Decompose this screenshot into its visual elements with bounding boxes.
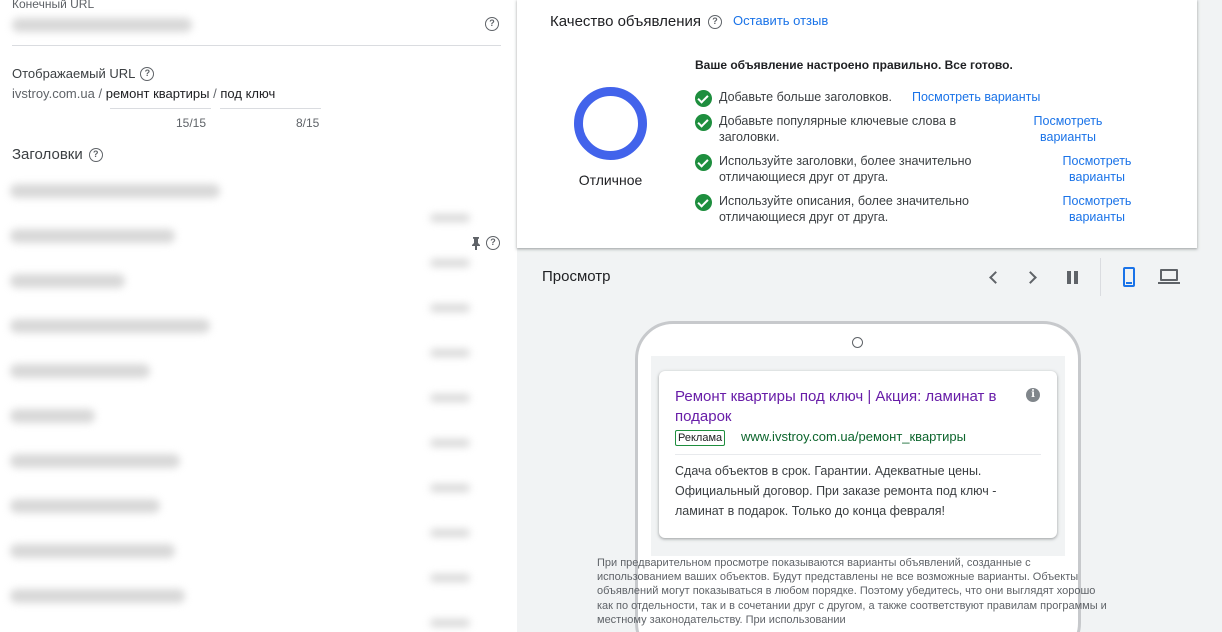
- headline-input[interactable]: [10, 360, 470, 402]
- pin-icon[interactable]: [470, 236, 482, 250]
- display-url-label: Отображаемый URL ?: [12, 66, 155, 81]
- laptop-icon[interactable]: [1156, 264, 1182, 290]
- headline-input[interactable]: [10, 585, 470, 627]
- path1-underline: [110, 108, 211, 109]
- suggestion-item: Используйте описания, более значительно …: [695, 193, 1155, 227]
- headline-input[interactable]: [10, 450, 470, 492]
- ad-badge: Реклама: [675, 430, 726, 446]
- suggestion-text: Добавьте популярные ключевые слова в заг…: [719, 114, 957, 144]
- headlines-label-text: Заголовки: [12, 146, 83, 163]
- headlines-label: Заголовки ?: [12, 146, 103, 163]
- help-icon[interactable]: ?: [140, 66, 155, 81]
- headline-input[interactable]: [10, 315, 470, 357]
- path1-input[interactable]: ремонт квартиры: [106, 86, 210, 101]
- display-domain: ivstroy.com.ua: [12, 86, 95, 101]
- check-circle-icon: [695, 194, 712, 211]
- view-options-link[interactable]: Посмотреть варианты: [1042, 153, 1152, 185]
- ad-strength-rating: Отличное: [578, 172, 643, 188]
- display-url-row: ivstroy.com.ua / ремонт квартиры / под к…: [12, 86, 275, 101]
- ad-preview-card: Ремонт квартиры под ключ | Акция: ламина…: [659, 371, 1057, 538]
- preview-disclaimer: При предварительном просмотре показывают…: [597, 557, 1107, 626]
- suggestion-text: Добавьте больше заголовков.: [719, 90, 893, 104]
- ad-description: Сдача объектов в срок. Гарантии. Адекват…: [675, 464, 997, 518]
- final-url-input[interactable]: [12, 18, 192, 32]
- pause-icon[interactable]: [1059, 264, 1085, 290]
- chevron-left-icon[interactable]: [980, 264, 1006, 290]
- ad-editor-form: Конечный URL ? Отображаемый URL ? ivstro…: [0, 0, 517, 632]
- view-options-link[interactable]: Посмотреть варианты: [1042, 193, 1152, 225]
- check-circle-icon: [695, 114, 712, 131]
- chevron-right-icon[interactable]: [1019, 264, 1045, 290]
- path2-underline: [220, 108, 321, 109]
- path2-input[interactable]: под ключ: [220, 86, 275, 101]
- suggestion-item: Используйте заголовки, более значительно…: [695, 153, 1155, 187]
- headline-input[interactable]: [10, 180, 470, 222]
- feedback-link[interactable]: Оставить отзыв: [733, 13, 828, 28]
- view-options-link[interactable]: Посмотреть варианты: [1013, 113, 1123, 145]
- help-icon[interactable]: ?: [486, 236, 500, 250]
- headline-input[interactable]: [10, 540, 470, 582]
- headline-input[interactable]: [10, 405, 470, 447]
- path2-char-count: 8/15: [296, 116, 320, 130]
- ad-strength-card: Качество объявления ? Оставить отзыв Отл…: [517, 0, 1197, 248]
- ad-strength-title: Качество объявления ?: [550, 13, 723, 30]
- path-separator: /: [213, 86, 217, 101]
- headline-input[interactable]: [10, 495, 470, 537]
- display-url-label-text: Отображаемый URL: [12, 66, 136, 81]
- suggestion-text: Используйте описания, более значительно …: [719, 194, 969, 224]
- ad-display-url: www.ivstroy.com.ua/ремонт_квартиры: [741, 429, 966, 444]
- ad-headline[interactable]: Ремонт квартиры под ключ | Акция: ламина…: [675, 387, 1023, 427]
- final-url-label: Конечный URL: [12, 0, 95, 11]
- check-circle-icon: [695, 154, 712, 171]
- help-icon[interactable]: ?: [485, 17, 499, 31]
- suggestion-text: Используйте заголовки, более значительно…: [719, 154, 972, 184]
- path1-char-count: 15/15: [176, 116, 207, 130]
- final-url-underline: [12, 45, 501, 46]
- camera-dot: [852, 337, 863, 348]
- help-icon[interactable]: ?: [88, 147, 103, 162]
- suggestion-item: Добавьте больше заголовков. Посмотреть в…: [695, 89, 1115, 107]
- ad-strength-title-text: Качество объявления: [550, 13, 702, 30]
- ad-strength-heading: Ваше объявление настроено правильно. Все…: [695, 58, 1013, 72]
- suggestion-item: Добавьте популярные ключевые слова в заг…: [695, 113, 1115, 147]
- check-circle-icon: [695, 90, 712, 107]
- ad-divider: [675, 454, 1041, 455]
- path-separator: /: [98, 86, 103, 101]
- info-icon[interactable]: i: [1026, 388, 1040, 402]
- headline-input[interactable]: [10, 225, 470, 267]
- preview-title: Просмотр: [542, 268, 611, 285]
- divider: [1100, 258, 1101, 296]
- view-options-link[interactable]: Посмотреть варианты: [912, 89, 1072, 105]
- headline-input[interactable]: [10, 270, 470, 312]
- help-icon[interactable]: ?: [708, 14, 723, 29]
- ad-strength-ring: [574, 87, 647, 160]
- mobile-icon[interactable]: [1116, 264, 1142, 290]
